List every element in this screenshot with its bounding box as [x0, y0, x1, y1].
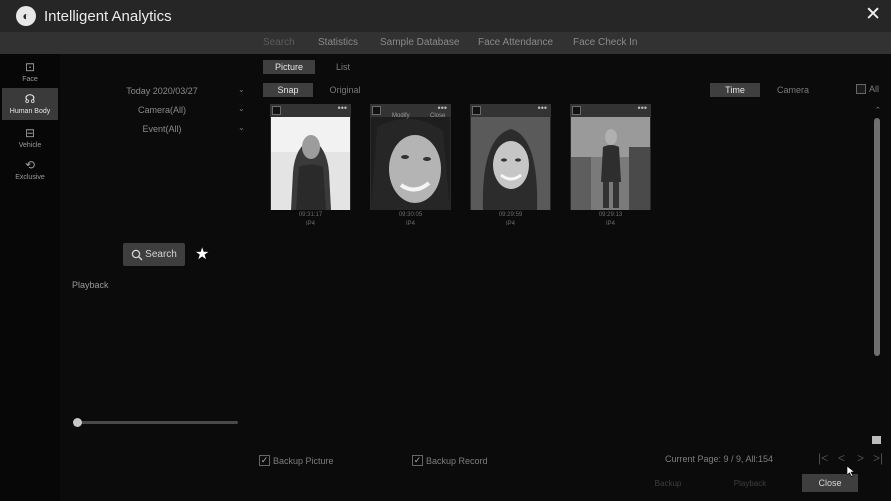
mouse-cursor-icon [847, 466, 856, 477]
snapshot-thumbnail[interactable] [371, 117, 450, 210]
select-all-label: All [869, 84, 880, 94]
result-card[interactable]: ••• [270, 103, 351, 210]
person-photo-icon [371, 117, 450, 210]
playback-progress-track[interactable] [77, 421, 238, 424]
card-time: 09:29:13 [598, 212, 623, 218]
face-scan-icon: ⊡ [24, 60, 36, 74]
backup-record-label: Backup Record [426, 455, 488, 466]
card-header: ••• [270, 103, 351, 117]
app-title: Intelligent Analytics [44, 7, 172, 25]
first-page-icon[interactable]: |< [818, 451, 828, 465]
more-options-icon[interactable]: ••• [538, 103, 547, 113]
camera-select[interactable]: Camera(All) ⌄ [60, 103, 250, 119]
more-options-icon[interactable]: ••• [638, 103, 647, 113]
scroll-up-icon[interactable]: ⌃ [875, 106, 881, 114]
select-all-checkbox[interactable] [856, 84, 866, 94]
card-header: ••• [570, 103, 651, 117]
backup-picture-label: Backup Picture [273, 455, 334, 466]
sidebar-item-human-body[interactable]: ☊ Human Body [2, 88, 58, 120]
snapshot-thumbnail[interactable] [471, 117, 550, 210]
tab-sample-database[interactable]: Sample Database [380, 37, 460, 48]
card-camera: IP4 [505, 221, 515, 227]
search-button[interactable]: Search [123, 243, 185, 266]
checkmark-icon: ✓ [259, 455, 270, 466]
card-checkbox[interactable] [472, 106, 481, 115]
result-card[interactable]: ••• Modify Close [370, 103, 451, 210]
human-body-icon: ☊ [24, 92, 36, 106]
snapshot-thumbnail[interactable] [571, 117, 650, 210]
snap-image-button[interactable]: Snap [263, 83, 313, 97]
backup-button[interactable]: Backup [640, 474, 696, 492]
playback-progress-handle[interactable] [73, 418, 82, 427]
vehicle-icon: ⊟ [24, 126, 36, 140]
card-close-link[interactable]: Close [430, 113, 445, 119]
chevron-down-icon: ⌄ [238, 104, 245, 113]
backup-record-checkbox[interactable]: ✓ Backup Record [412, 455, 488, 466]
tab-search[interactable]: Search [263, 37, 295, 48]
module-tab-bar: Search Statistics Sample Database Face A… [0, 32, 891, 54]
star-icon[interactable]: ★ [195, 244, 209, 264]
sort-camera-button[interactable]: Camera [768, 83, 818, 97]
person-photo-icon [271, 117, 350, 210]
tab-face-attendance[interactable]: Face Attendance [478, 37, 553, 48]
search-button-label: Search [145, 249, 177, 260]
result-card[interactable]: ••• [570, 103, 651, 210]
sidebar-item-face[interactable]: ⊡ Face [2, 56, 58, 88]
card-camera: IP4 [605, 221, 615, 227]
search-icon [131, 249, 143, 260]
picture-view-button[interactable]: Picture [263, 60, 315, 74]
title-bar: ◐ Intelligent Analytics ✕ [0, 0, 891, 32]
card-camera: IP4 [305, 221, 315, 227]
scroll-down-icon[interactable] [872, 436, 881, 444]
date-select[interactable]: Today 2020/03/27 ⌄ [60, 84, 250, 100]
window-close-icon[interactable]: ✕ [865, 4, 881, 26]
date-select-value: Today 2020/03/27 [126, 86, 198, 96]
next-page-icon[interactable]: > [857, 451, 864, 465]
card-header: ••• [470, 103, 551, 117]
snapshot-thumbnail[interactable] [271, 117, 350, 210]
backup-picture-checkbox[interactable]: ✓ Backup Picture [259, 455, 334, 466]
more-options-icon[interactable]: ••• [338, 103, 347, 113]
camera-select-value: Camera(All) [137, 105, 186, 115]
sort-time-button[interactable]: Time [710, 83, 760, 97]
event-select-value: Event(All) [142, 124, 182, 134]
scrollbar-thumb[interactable] [874, 118, 880, 356]
app-logo-icon: ◐ [16, 6, 36, 26]
playback-label: Playback [72, 280, 109, 290]
card-time: 09:29:59 [498, 212, 523, 218]
sidebar-item-vehicle[interactable]: ⊟ Vehicle [2, 122, 58, 154]
event-select[interactable]: Event(All) ⌄ [60, 122, 250, 138]
sidebar-item-label: Face [22, 76, 38, 83]
sidebar-item-label: Human Body [9, 108, 51, 115]
card-time: 09:31:17 [298, 212, 323, 218]
chevron-down-icon: ⌄ [238, 85, 245, 94]
tab-face-check-in[interactable]: Face Check In [573, 37, 637, 48]
card-checkbox[interactable] [372, 106, 381, 115]
more-options-icon[interactable]: ••• [438, 103, 447, 113]
card-time: 09:30:05 [398, 212, 423, 218]
list-view-button[interactable]: List [323, 60, 363, 74]
card-checkbox[interactable] [572, 106, 581, 115]
page-info: Current Page: 9 / 9, All:154 [665, 454, 774, 464]
sidebar: ⊡ Face ☊ Human Body ⊟ Vehicle ⟲ Exclusiv… [0, 54, 60, 501]
card-camera: IP4 [405, 221, 415, 227]
last-page-icon[interactable]: >| [873, 451, 883, 465]
result-card[interactable]: ••• [470, 103, 551, 210]
exclusive-icon: ⟲ [24, 158, 36, 172]
original-image-button[interactable]: Original [320, 83, 370, 97]
card-checkbox[interactable] [272, 106, 281, 115]
sidebar-item-label: Exclusive [15, 174, 45, 181]
sidebar-item-exclusive[interactable]: ⟲ Exclusive [2, 154, 58, 186]
prev-page-icon[interactable]: < [838, 451, 845, 465]
checkmark-icon: ✓ [412, 455, 423, 466]
card-modify-link[interactable]: Modify [392, 113, 410, 119]
chevron-down-icon: ⌄ [238, 123, 245, 132]
sidebar-item-label: Vehicle [18, 142, 42, 149]
playback-button[interactable]: Playback [722, 474, 778, 492]
person-photo-icon [571, 117, 650, 210]
tab-statistics[interactable]: Statistics [318, 37, 358, 48]
person-photo-icon [471, 117, 550, 210]
